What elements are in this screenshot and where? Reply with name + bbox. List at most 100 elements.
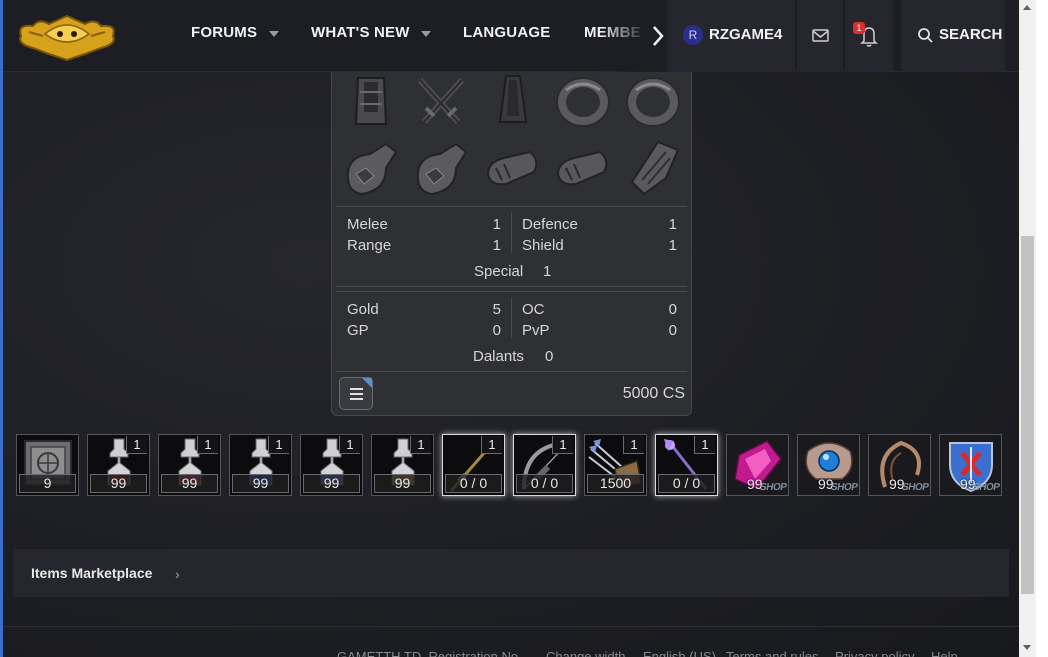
crossed-swords-slot-icon[interactable] [410,72,472,134]
item-count: 99 [303,474,360,493]
footer-company: GAMETTH TD, Registration No. ... [337,649,537,657]
alerts-badge: 1 [853,22,865,34]
whats-new-caret-icon[interactable] [421,31,431,37]
stat-defence-label: Defence [522,216,578,233]
stat-oc-value: 0 [668,301,677,318]
scroll-up-arrow-icon[interactable] [1023,5,1031,10]
footer-link-language[interactable]: English (US) [643,649,716,657]
site-logo[interactable] [15,10,119,62]
inventory-slot[interactable]: 1 0 / 0 [655,434,718,496]
shop-tag: SHOP [829,482,858,493]
top-navigation-bar: FORUMS WHAT'S NEW LANGUAGE MEMBE R RZGAM… [3,0,1019,72]
cloak-slot-icon[interactable] [482,72,544,134]
bracer-slot-icon-2[interactable] [552,138,614,200]
item-count: 99 [232,474,289,493]
inventory-slot[interactable]: 1 0 / 0 [442,434,505,496]
window-background [1036,0,1048,657]
inventory-slot[interactable]: 1 99 [158,434,221,496]
inventory-slot[interactable]: 1 99 [371,434,434,496]
item-count: 99 [161,474,218,493]
scrollbar-thumb[interactable] [1021,236,1034,594]
item-count: 99 [374,474,431,493]
item-qty: 1 [623,436,644,454]
footer-link-help[interactable]: Help [931,649,958,657]
shop-tag: SHOP [900,482,929,493]
inventory-slot[interactable]: 9 [16,434,79,496]
combat-stats: Melee 1 Defence 1 Range 1 Shield 1 Speci… [336,206,687,280]
glove-slot-icon-2[interactable] [410,138,472,200]
divider [336,286,687,287]
chevron-right-icon: › [175,566,180,582]
breadcrumb: Items Marketplace › [13,549,1009,597]
inventory-slot[interactable]: 1 1500 [584,434,647,496]
item-count: 99 [90,474,147,493]
stat-shield-label: Shield [522,237,564,254]
chevron-right-icon[interactable] [647,22,669,50]
footer-link-privacy[interactable]: Privacy policy [835,649,914,657]
item-qty: 1 [126,436,147,454]
stat-shield-value: 1 [668,237,677,254]
search-icon [918,28,933,43]
ring-slot-icon-2[interactable] [622,72,684,134]
stat-range-value: 1 [492,237,501,254]
item-qty: 1 [410,436,431,454]
stat-gp-label: GP [347,322,369,339]
item-qty: 1 [197,436,218,454]
user-account-link[interactable]: R RZGAME4 [667,0,795,72]
boot-slot-icon[interactable] [622,138,684,200]
page-scrollbar[interactable] [1019,0,1036,657]
armor-slot-icon[interactable] [340,72,402,134]
divider [511,213,512,253]
nav-language[interactable]: LANGUAGE [463,24,550,41]
page: FORUMS WHAT'S NEW LANGUAGE MEMBE R RZGAM… [3,0,1019,657]
stat-gp-value: 0 [492,322,501,339]
forums-caret-icon[interactable] [269,31,279,37]
stat-special-label: Special [474,263,524,280]
alerts-button[interactable]: 1 [845,0,893,72]
bracer-slot-icon[interactable] [482,138,544,200]
stat-dalants-value: 0 [545,348,554,365]
ring-slot-icon[interactable] [552,72,614,134]
footer-divider [3,626,1019,627]
stat-gold-label: Gold [347,301,379,318]
stat-range-label: Range [347,237,392,254]
search-button[interactable]: SEARCH [901,0,1005,72]
avatar: R [683,25,703,45]
footer-link-terms[interactable]: Terms and rules [726,649,818,657]
item-qty: 1 [339,436,360,454]
item-count: 0 / 0 [658,474,715,493]
equipment-panel: Melee 1 Defence 1 Range 1 Shield 1 Speci… [331,72,692,416]
envelope-icon [812,29,829,42]
divider [511,298,512,338]
scroll-down-arrow-icon[interactable] [1023,645,1031,650]
inventory-slot[interactable]: 99 SHOP [939,434,1002,496]
item-count: 0 / 0 [445,474,502,493]
item-qty: 1 [552,436,573,454]
equipment-menu-button[interactable] [339,377,373,410]
stat-pvp-label: PvP [522,322,550,339]
inventory-slot[interactable]: 1 99 [87,434,150,496]
currency-stats: Gold 5 OC 0 GP 0 PvP 0 Dalants 0 [336,291,687,371]
search-label: SEARCH [939,26,1003,43]
stat-defence-value: 1 [668,216,677,233]
item-count: 9 [19,474,76,493]
inventory-slot[interactable]: 1 99 [229,434,292,496]
username: RZGAME4 [709,26,783,43]
stat-melee-value: 1 [492,216,501,233]
inventory-slot[interactable]: 99 SHOP [868,434,931,496]
inventory-slot[interactable]: 99 SHOP [797,434,860,496]
inventory-slot[interactable]: 1 99 [300,434,363,496]
footer-link-change-width[interactable]: Change width [546,649,626,657]
item-qty: 1 [694,436,715,454]
stat-oc-label: OC [522,301,545,318]
breadcrumb-items-marketplace[interactable]: Items Marketplace [31,565,152,581]
inbox-button[interactable] [797,0,843,72]
stat-pvp-value: 0 [668,322,677,339]
nav-forums[interactable]: FORUMS [191,24,257,41]
inventory-slot[interactable]: 1 0 / 0 [513,434,576,496]
inventory-slot[interactable]: 99 SHOP [726,434,789,496]
cs-balance: 5000 CS [622,385,685,402]
bell-icon [860,27,878,47]
nav-whats-new[interactable]: WHAT'S NEW [311,24,410,41]
glove-slot-icon[interactable] [340,138,402,200]
